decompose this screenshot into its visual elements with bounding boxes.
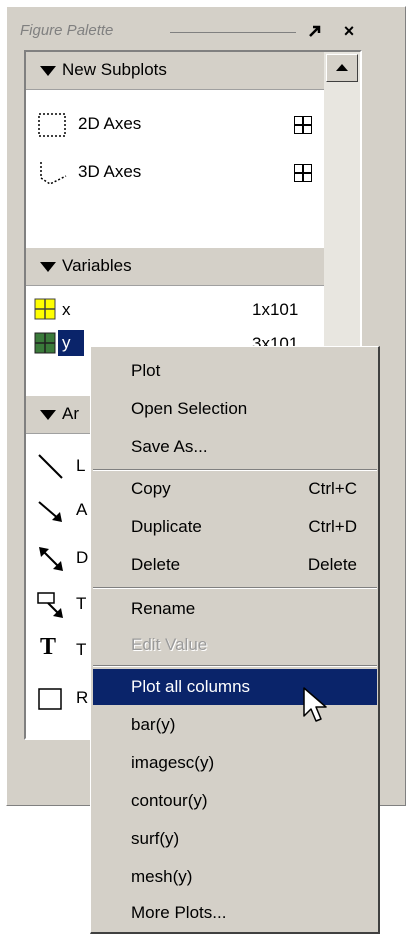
subplot-label: 3D Axes	[78, 162, 142, 181]
menu-separator	[93, 665, 377, 667]
menu-item-edit-value: Edit Value	[93, 627, 377, 663]
close-button[interactable]: ×	[338, 20, 360, 42]
annotation-item-text-arrow[interactable]: T	[36, 588, 96, 622]
menu-item-more-plots[interactable]: More Plots...	[93, 895, 377, 931]
annotation-label: D	[76, 548, 89, 567]
scroll-up-button[interactable]	[326, 54, 358, 82]
menu-item-label: imagesc(y)	[131, 753, 215, 772]
collapse-triangle-icon	[40, 410, 56, 420]
menu-item-surf[interactable]: surf(y)	[93, 821, 377, 857]
menu-item-label: Copy	[131, 479, 171, 498]
menu-item-contour[interactable]: contour(y)	[93, 783, 377, 819]
2d-axes-icon	[38, 113, 66, 137]
annotation-item-text-box[interactable]: T T	[36, 634, 96, 668]
menu-item-save-as[interactable]: Save As...	[93, 429, 377, 465]
title-divider	[170, 32, 296, 33]
menu-item-delete[interactable]: Delete Delete	[93, 547, 377, 583]
annotation-item-arrow[interactable]: A	[36, 494, 96, 528]
menu-separator	[93, 587, 377, 589]
menu-item-label: Save As...	[131, 437, 208, 456]
annotation-label: L	[76, 456, 86, 475]
matrix-icon	[34, 298, 56, 320]
menu-item-rename[interactable]: Rename	[93, 591, 377, 627]
grid-layout-icon[interactable]	[294, 116, 312, 134]
subplot-item-2d-axes[interactable]: 2D Axes	[36, 108, 316, 140]
section-header-new-subplots[interactable]: New Subplots	[26, 52, 324, 90]
pin-icon[interactable]	[304, 20, 326, 42]
annotation-item-rectangle[interactable]: R	[36, 682, 96, 716]
variable-name: x	[62, 300, 71, 319]
menu-item-label: Delete	[131, 555, 181, 574]
text-arrow-icon	[37, 592, 63, 618]
close-icon: ×	[343, 21, 355, 41]
menu-item-label: mesh(y)	[131, 867, 193, 886]
mouse-cursor-icon	[303, 687, 327, 722]
context-menu: Plot Open Selection Save As... Copy Ctrl+…	[90, 346, 380, 934]
variable-row-x[interactable]: x 1x101	[34, 296, 318, 324]
annotation-label: R	[76, 688, 89, 707]
annotation-item-double-arrow[interactable]: D	[36, 542, 96, 576]
variable-size: 1x101	[252, 300, 299, 319]
double-arrow-icon	[39, 547, 63, 571]
menu-item-shortcut: Ctrl+C	[308, 479, 357, 498]
subplot-item-3d-axes[interactable]: 3D Axes	[36, 156, 316, 188]
collapse-triangle-icon	[40, 262, 56, 272]
section-header-variables[interactable]: Variables	[26, 248, 324, 286]
menu-item-label: Edit Value	[131, 635, 208, 654]
text-box-icon: T	[40, 634, 57, 660]
palette-title: Figure Palette	[20, 22, 114, 39]
menu-item-label: bar(y)	[131, 715, 176, 734]
annotation-item-line[interactable]: L	[36, 450, 96, 484]
grid-layout-icon[interactable]	[294, 164, 312, 182]
variable-name: y	[58, 330, 84, 356]
annotation-label: T	[76, 640, 87, 659]
menu-item-shortcut: Delete	[307, 555, 357, 574]
menu-item-plot[interactable]: Plot	[93, 353, 377, 389]
menu-item-label: Duplicate	[131, 517, 202, 536]
rectangle-icon	[38, 688, 62, 710]
section-title: New Subplots	[62, 60, 167, 79]
annotation-label: A	[76, 500, 88, 519]
menu-item-open-selection[interactable]: Open Selection	[93, 391, 377, 427]
menu-item-label: Plot all columns	[131, 677, 251, 696]
menu-item-label: contour(y)	[131, 791, 208, 810]
line-icon	[38, 454, 63, 479]
annotation-label: T	[76, 594, 87, 613]
menu-item-duplicate[interactable]: Duplicate Ctrl+D	[93, 509, 377, 545]
subplot-label: 2D Axes	[78, 114, 142, 133]
collapse-triangle-icon	[40, 66, 56, 76]
menu-item-label: Plot	[131, 361, 161, 380]
section-title: Variables	[62, 256, 132, 275]
section-title: Ar	[62, 404, 79, 423]
palette-title-bar: Figure Palette ×	[20, 20, 366, 44]
menu-item-copy[interactable]: Copy Ctrl+C	[93, 471, 377, 507]
arrow-icon	[38, 501, 62, 522]
menu-item-label: Open Selection	[131, 399, 248, 418]
arrow-up-icon	[336, 64, 348, 71]
menu-item-label: Rename	[131, 599, 196, 618]
menu-item-label: surf(y)	[131, 829, 180, 848]
menu-item-label: More Plots...	[131, 903, 227, 922]
matrix-icon	[34, 332, 56, 354]
menu-item-imagesc[interactable]: imagesc(y)	[93, 745, 377, 781]
menu-item-bar[interactable]: bar(y)	[93, 707, 377, 743]
3d-axes-icon	[40, 162, 67, 185]
menu-item-shortcut: Ctrl+D	[308, 517, 357, 536]
menu-item-mesh[interactable]: mesh(y)	[93, 859, 377, 895]
menu-item-plot-all-columns[interactable]: Plot all columns	[93, 669, 377, 705]
